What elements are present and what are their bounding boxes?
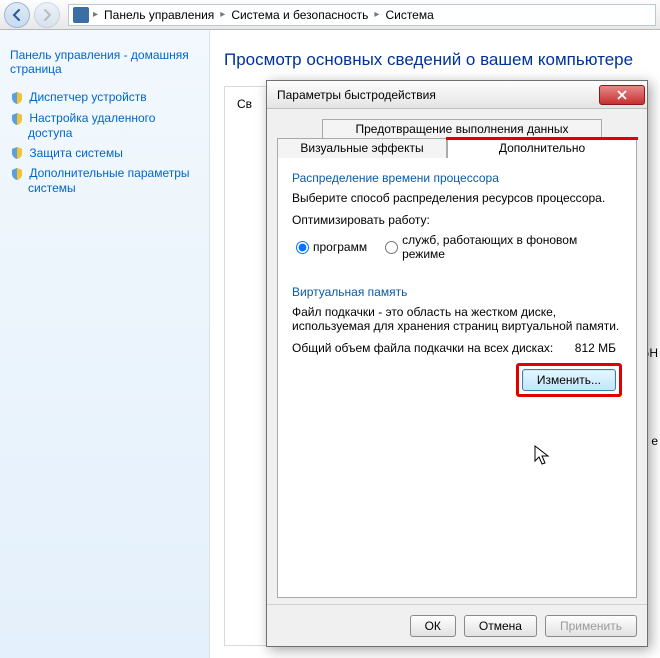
- obscured-text: e: [651, 434, 658, 448]
- sidebar-item-label: Настройка удаленного доступа: [28, 111, 155, 140]
- truncated-label: Св: [237, 97, 252, 111]
- sidebar-home-link[interactable]: Панель управления - домашняя страница: [10, 48, 199, 76]
- group-title: Виртуальная память: [292, 285, 622, 299]
- total-pagefile-label: Общий объем файла подкачки на всех диска…: [292, 341, 575, 355]
- tab-dep[interactable]: Предотвращение выполнения данных: [322, 119, 602, 139]
- tab-strip: Предотвращение выполнения данных Визуаль…: [277, 119, 637, 157]
- highlight-marker: Изменить...: [516, 363, 622, 397]
- performance-options-dialog: Параметры быстродействия Предотвращение …: [266, 80, 648, 647]
- sidebar-item-label: Диспетчер устройств: [29, 90, 146, 104]
- tab-visual-effects[interactable]: Визуальные эффекты: [277, 138, 447, 158]
- virtual-memory-group: Виртуальная память Файл подкачки - это о…: [290, 281, 624, 399]
- breadcrumb-item[interactable]: Панель управления: [100, 6, 218, 24]
- chevron-right-icon: ▸: [93, 9, 98, 20]
- close-button[interactable]: [599, 85, 645, 105]
- sidebar-item-label: Защита системы: [29, 146, 122, 160]
- breadcrumb[interactable]: ▸ Панель управления ▸ Система и безопасн…: [68, 4, 656, 26]
- breadcrumb-item[interactable]: Система: [381, 6, 437, 24]
- dialog-title: Параметры быстродействия: [277, 88, 599, 102]
- forward-button[interactable]: [34, 2, 60, 28]
- sidebar-item-system-protection[interactable]: Защита системы: [28, 146, 199, 161]
- group-description: Выберите способ распределения ресурсов п…: [292, 191, 622, 205]
- shield-icon: [10, 112, 24, 126]
- radio-background-services[interactable]: служб, работающих в фоновом режиме: [385, 233, 622, 261]
- cancel-button[interactable]: Отмена: [464, 615, 537, 637]
- apply-button[interactable]: Применить: [545, 615, 637, 637]
- tab-panel-advanced: Распределение времени процессора Выберит…: [277, 156, 637, 598]
- sidebar-item-advanced-system[interactable]: Дополнительные параметры системы: [28, 166, 199, 195]
- radio-label: служб, работающих в фоновом режиме: [402, 233, 622, 261]
- radio-label: программ: [313, 240, 367, 254]
- shield-icon: [10, 146, 24, 160]
- chevron-right-icon: ▸: [374, 9, 379, 20]
- sidebar: Панель управления - домашняя страница Ди…: [0, 30, 210, 658]
- cursor-icon: [534, 445, 552, 467]
- page-title: Просмотр основных сведений о вашем компь…: [224, 50, 646, 70]
- back-button[interactable]: [4, 2, 30, 28]
- highlight-marker: [446, 137, 638, 140]
- tab-advanced[interactable]: Дополнительно: [447, 138, 637, 158]
- group-title: Распределение времени процессора: [292, 171, 622, 185]
- sidebar-item-device-manager[interactable]: Диспетчер устройств: [28, 90, 199, 105]
- sidebar-item-remote-settings[interactable]: Настройка удаленного доступа: [28, 111, 199, 140]
- ok-button[interactable]: ОК: [410, 615, 456, 637]
- change-button[interactable]: Изменить...: [522, 369, 616, 391]
- optimize-label: Оптимизировать работу:: [292, 213, 622, 227]
- total-pagefile-value: 812 МБ: [575, 341, 622, 355]
- dialog-titlebar[interactable]: Параметры быстродействия: [267, 81, 647, 109]
- address-bar: ▸ Панель управления ▸ Система и безопасн…: [0, 0, 660, 30]
- control-panel-icon: [73, 7, 89, 23]
- radio-services-input[interactable]: [385, 241, 398, 254]
- chevron-right-icon: ▸: [220, 9, 225, 20]
- radio-programs[interactable]: программ: [296, 240, 367, 254]
- shield-icon: [10, 167, 24, 181]
- shield-icon: [10, 91, 24, 105]
- radio-programs-input[interactable]: [296, 241, 309, 254]
- cpu-scheduling-group: Распределение времени процессора Выберит…: [290, 171, 624, 271]
- sidebar-item-label: Дополнительные параметры системы: [28, 166, 190, 195]
- dialog-footer: ОК Отмена Применить: [267, 604, 647, 646]
- breadcrumb-item[interactable]: Система и безопасность: [227, 6, 372, 24]
- group-description: Файл подкачки - это область на жестком д…: [292, 305, 622, 333]
